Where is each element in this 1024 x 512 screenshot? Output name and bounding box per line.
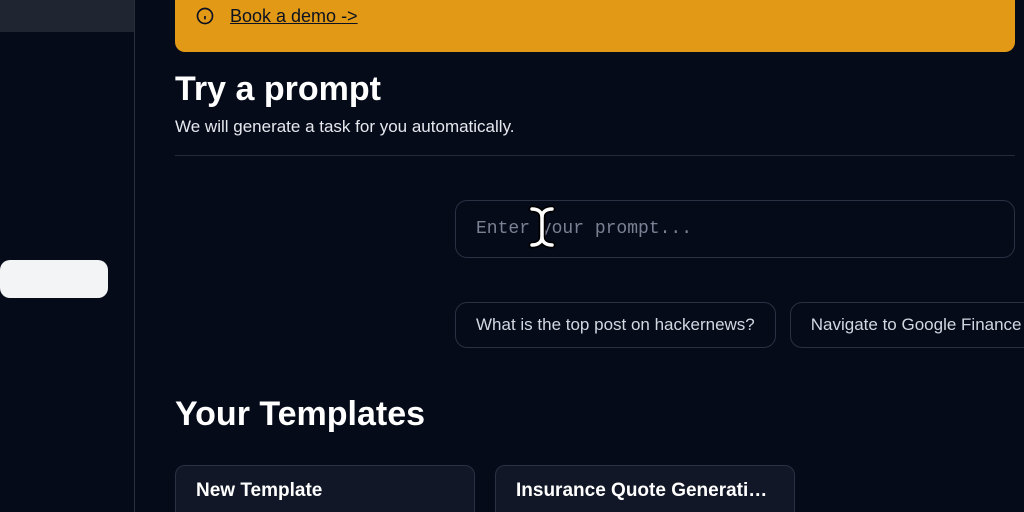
sidebar-active-item[interactable] xyxy=(0,260,108,298)
info-icon xyxy=(195,6,215,26)
suggestion-chip-google-finance[interactable]: Navigate to Google Finance a xyxy=(790,302,1024,348)
book-demo-link[interactable]: Book a demo -> xyxy=(230,6,358,27)
demo-banner: Book a demo -> xyxy=(175,0,1015,52)
template-card-new[interactable]: New Template xyxy=(175,465,475,512)
prompt-input-container xyxy=(455,200,1015,258)
prompt-suggestions: What is the top post on hackernews? Navi… xyxy=(455,302,1024,348)
template-card-title: New Template xyxy=(196,480,454,502)
sidebar xyxy=(0,0,135,512)
templates-section: Your Templates xyxy=(175,395,1024,434)
prompt-input[interactable] xyxy=(455,200,1015,258)
suggestion-chip-hackernews[interactable]: What is the top post on hackernews? xyxy=(455,302,776,348)
section-divider xyxy=(175,155,1015,156)
template-card-insurance[interactable]: Insurance Quote Generation… xyxy=(495,465,795,512)
templates-section-title: Your Templates xyxy=(175,395,1024,434)
prompt-section-title: Try a prompt xyxy=(175,70,1024,109)
template-card-list: New Template Insurance Quote Generation… xyxy=(175,465,795,512)
prompt-section-subtitle: We will generate a task for you automati… xyxy=(175,117,1024,137)
template-card-title: Insurance Quote Generation… xyxy=(516,480,774,502)
prompt-section: Try a prompt We will generate a task for… xyxy=(175,70,1024,156)
sidebar-top-block xyxy=(0,0,134,32)
